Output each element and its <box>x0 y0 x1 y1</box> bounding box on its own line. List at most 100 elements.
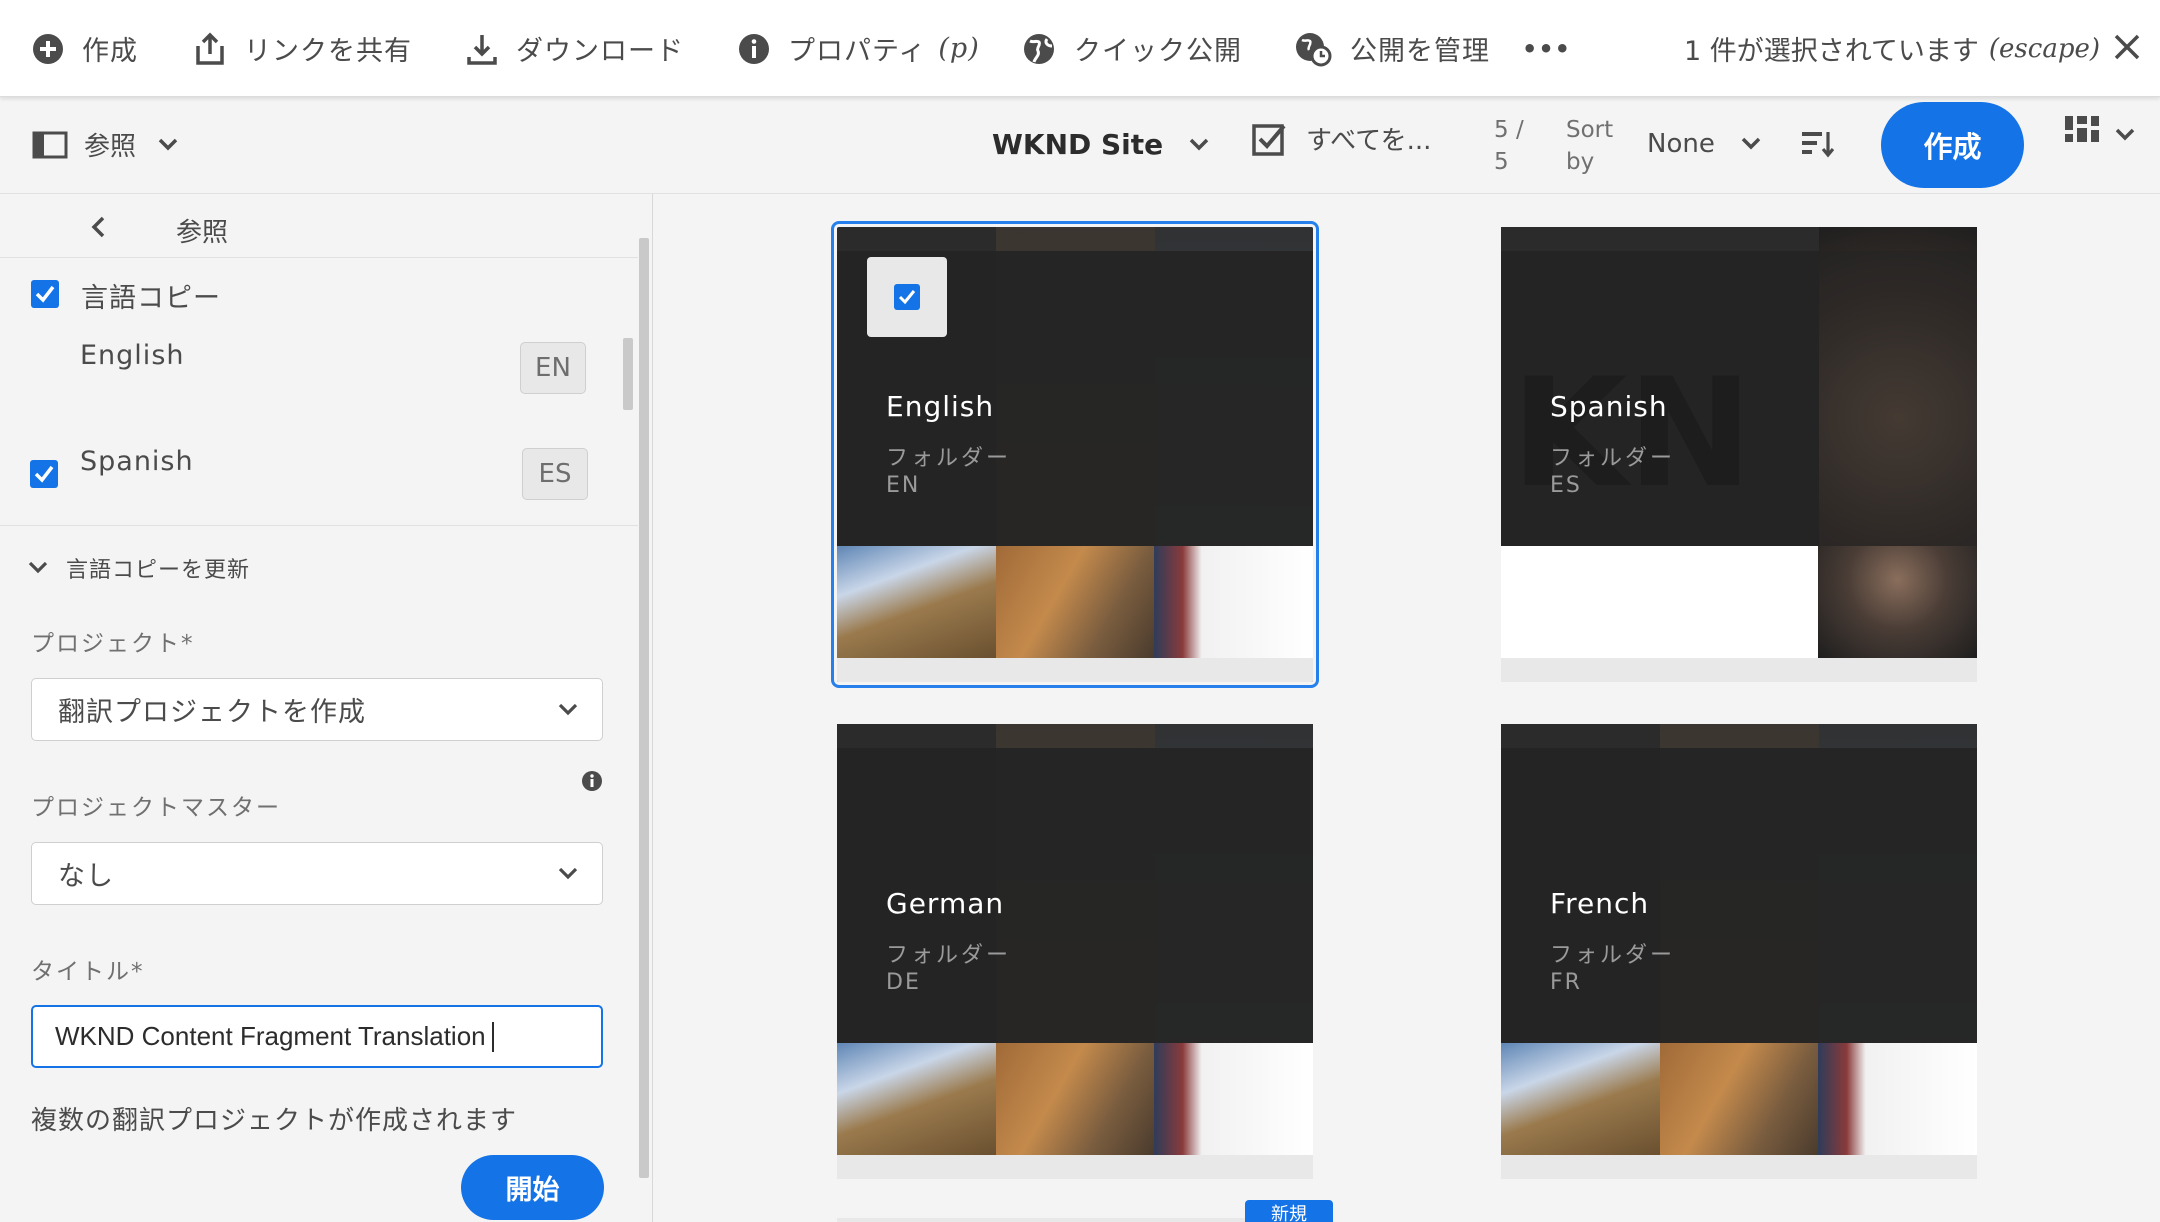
view-switcher[interactable] <box>2065 116 2135 150</box>
properties-label: プロパティ <box>788 36 927 67</box>
language-code-badge: EN <box>520 342 586 394</box>
divider <box>0 525 638 526</box>
language-list-scrollbar[interactable] <box>621 328 633 514</box>
sort-dropdown[interactable]: None <box>1647 129 1761 159</box>
chevron-down-icon <box>1189 138 1209 150</box>
folder-card-german[interactable]: German フォルダー DE <box>837 724 1313 1179</box>
project-master-label: プロジェクトマスター <box>31 795 281 821</box>
card-code: ES <box>1550 473 1582 498</box>
start-button[interactable]: 開始 <box>461 1155 604 1220</box>
references-rail: 参照 言語コピー English EN Spanish ES 言語コピーを更新 … <box>0 194 653 1222</box>
card-thumbnail <box>837 1043 1313 1155</box>
selection-info: 1 件が選択されています (escape) <box>1684 0 2100 97</box>
card-type: フォルダー <box>886 446 1012 471</box>
chevron-down-icon <box>2115 128 2135 141</box>
card-code: FR <box>1550 970 1582 995</box>
share-link-label: リンクを共有 <box>244 36 412 67</box>
rail-header: 参照 <box>0 194 638 258</box>
share-icon <box>196 32 224 65</box>
properties-shortcut: (p) <box>938 33 980 64</box>
add-circle-icon <box>33 33 63 64</box>
escape-hint: (escape) <box>1988 33 2100 64</box>
breadcrumb-label: WKND Site <box>992 128 1164 161</box>
action-bar: 作成 リンクを共有 ダウンロード プロパティ (p) クイック公開 公開を管理 … <box>0 0 2160 97</box>
card-title: English <box>886 390 995 423</box>
chevron-down-icon <box>28 561 48 574</box>
chevron-left-icon[interactable] <box>91 216 105 238</box>
download-icon <box>467 34 497 65</box>
language-checkbox-spanish[interactable] <box>30 460 58 488</box>
sort-by-label: Sort by <box>1566 114 1613 178</box>
breadcrumb[interactable]: WKND Site <box>992 128 1209 161</box>
chevron-down-icon <box>1741 137 1761 150</box>
create-action-label: 作成 <box>82 36 138 67</box>
card-view-icon <box>2065 116 2099 142</box>
sort-value: None <box>1647 129 1715 159</box>
toolbar: 参照 WKND Site すべてを... 5 / 5 Sort by None <box>0 98 2160 194</box>
project-select[interactable]: 翻訳プロジェクトを作成 <box>31 678 603 741</box>
project-select-value: 翻訳プロジェクトを作成 <box>58 697 366 728</box>
create-button[interactable]: 作成 <box>1881 102 2024 188</box>
close-icon[interactable] <box>2112 32 2142 62</box>
select-all-button[interactable]: すべてを... <box>1252 120 1431 157</box>
item-count: 5 / 5 <box>1494 114 1524 178</box>
title-input[interactable]: WKND Content Fragment Translation <box>31 1005 603 1068</box>
update-language-copies-toggle[interactable]: 言語コピーを更新 <box>28 552 250 584</box>
share-link-action[interactable]: リンクを共有 <box>194 0 412 97</box>
card-type: フォルダー <box>1550 943 1676 968</box>
rail-scrollbar[interactable] <box>638 194 650 1178</box>
card-code: DE <box>886 970 921 995</box>
card-code: EN <box>886 473 921 498</box>
text-cursor <box>491 1021 494 1052</box>
download-action[interactable]: ダウンロード <box>466 0 684 97</box>
globe-icon <box>1024 33 1054 64</box>
card-title: Spanish <box>1550 390 1668 423</box>
rail-toggle[interactable]: 参照 <box>32 126 178 163</box>
info-icon[interactable] <box>581 770 603 792</box>
quick-publish-action[interactable]: クイック公開 <box>1022 0 1242 97</box>
new-badge: 新規 <box>1245 1200 1333 1222</box>
card-type: フォルダー <box>886 943 1012 968</box>
card-thumbnail <box>1501 1043 1977 1155</box>
card-type: フォルダー <box>1550 446 1676 471</box>
project-master-select[interactable]: なし <box>31 842 603 905</box>
title-label: タイトル* <box>31 959 145 985</box>
selection-count: 1 件が選択されています <box>1683 36 1979 67</box>
download-label: ダウンロード <box>516 36 684 67</box>
language-copies-checkbox[interactable] <box>31 280 59 308</box>
sort-by-top: Sort <box>1566 117 1614 143</box>
rail-toggle-label: 参照 <box>84 132 137 162</box>
chevron-down-icon <box>558 867 578 880</box>
folder-card-english[interactable]: English フォルダー EN <box>831 221 1319 688</box>
rail-icon <box>32 131 68 158</box>
title-input-value: WKND Content Fragment Translation <box>55 1021 486 1051</box>
sort-order-icon <box>1802 132 1834 158</box>
sort-order-button[interactable] <box>1802 130 1834 158</box>
help-text: 複数の翻訳プロジェクトが作成されます <box>31 1106 518 1136</box>
create-action[interactable]: 作成 <box>32 0 138 97</box>
properties-action[interactable]: プロパティ (p) <box>738 0 980 97</box>
language-name-english: English <box>80 340 185 371</box>
project-label: プロジェクト* <box>31 631 195 657</box>
update-language-copies-label: 言語コピーを更新 <box>66 558 251 583</box>
more-actions-button[interactable]: ••• <box>1522 0 1571 97</box>
manage-publication-label: 公開を管理 <box>1350 36 1490 67</box>
sort-by-bottom: by <box>1566 149 1595 175</box>
select-all-icon <box>1252 123 1286 156</box>
card-partial <box>837 1218 1313 1222</box>
chevron-down-icon <box>158 138 178 150</box>
globe-clock-icon <box>1296 32 1332 66</box>
card-thumbnail <box>837 546 1313 658</box>
info-icon <box>739 33 769 64</box>
select-all-label: すべてを... <box>1306 126 1432 156</box>
more-icon: ••• <box>1522 34 1572 63</box>
card-select-checkbox[interactable] <box>867 257 947 337</box>
chevron-down-icon <box>558 703 578 716</box>
item-count-bottom: 5 <box>1494 149 1509 175</box>
quick-publish-label: クイック公開 <box>1074 36 1242 67</box>
folder-card-spanish[interactable]: KN Spanish フォルダー ES <box>1501 227 1977 682</box>
wknd-logo: KN <box>1511 347 1753 521</box>
folder-card-french[interactable]: French フォルダー FR <box>1501 724 1977 1179</box>
manage-publication-action[interactable]: 公開を管理 <box>1294 0 1490 97</box>
item-count-top: 5 / <box>1494 117 1524 143</box>
